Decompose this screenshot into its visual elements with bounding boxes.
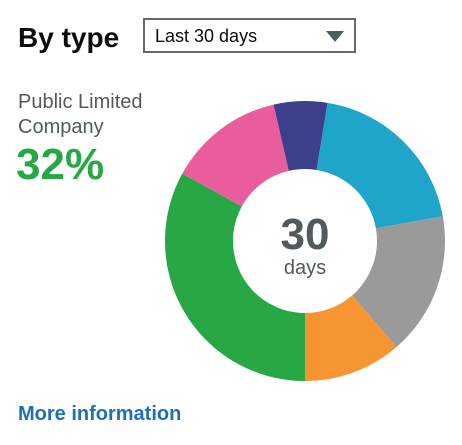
chart-center-value: 30 bbox=[281, 210, 330, 259]
chart-center-unit: days bbox=[284, 257, 326, 279]
donut-slice-4[interactable] bbox=[316, 102, 443, 229]
donut-chart: 30 days bbox=[165, 101, 445, 381]
more-information-link[interactable]: More information bbox=[18, 400, 181, 428]
